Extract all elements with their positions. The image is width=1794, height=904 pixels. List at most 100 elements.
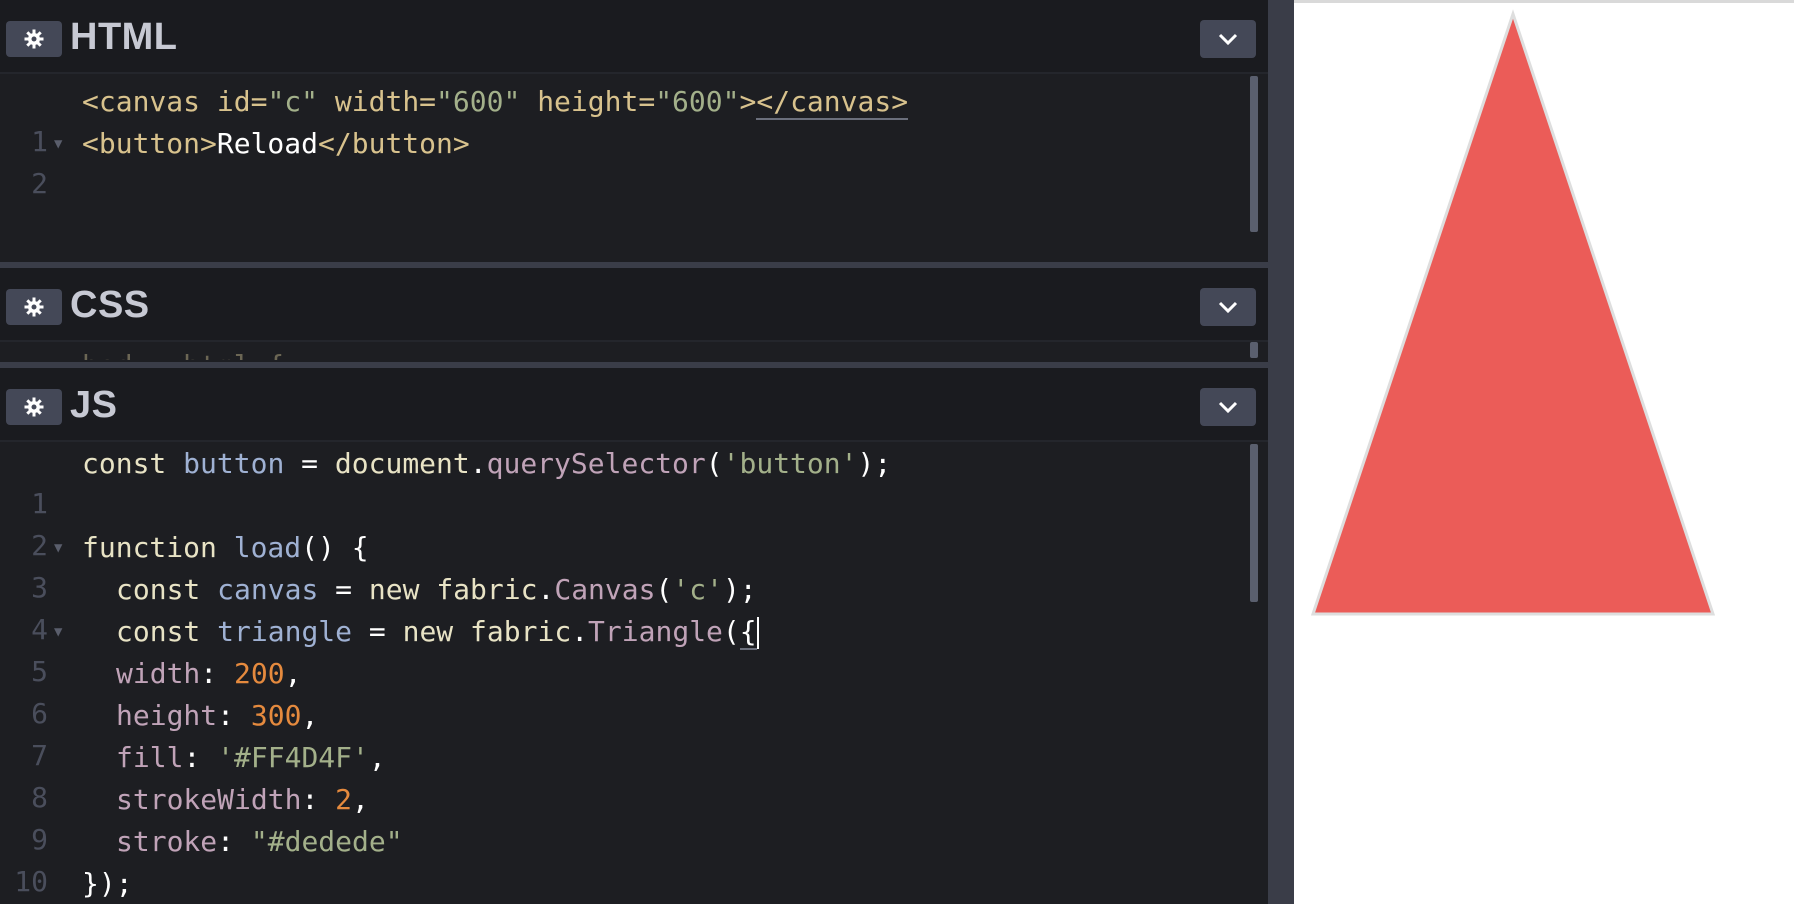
code-text: strokeWidth: 2, (116, 780, 369, 820)
code-token: load (216, 531, 302, 564)
code-line: 2 ▼ <button>Reload</button> (0, 124, 1250, 200)
code-token: . (537, 573, 555, 606)
code-text: const triangle = new fabric.Triangle({ (116, 612, 759, 652)
code-token: , (301, 699, 319, 732)
code-token: ( (705, 447, 723, 480)
gear-icon (24, 29, 44, 49)
js-code-editor[interactable]: 1 const button = document.querySelector(… (0, 442, 1268, 904)
code-token: "600" (436, 85, 521, 118)
code-token: ); (722, 573, 757, 606)
js-collapse-button[interactable] (1200, 388, 1256, 426)
css-collapse-button[interactable] (1200, 288, 1256, 326)
triangle-shape (1310, 9, 1716, 616)
code-token: 2 (335, 783, 353, 816)
code-token: "#dedede" (250, 825, 403, 858)
code-line: 3 ▼ function load() { (0, 528, 1250, 604)
code-text: function load() { (82, 528, 369, 568)
code-token: </button> (318, 127, 470, 160)
code-line: 6 width: 200, (0, 654, 1250, 730)
fold-arrow-icon[interactable]: ▼ (54, 528, 62, 568)
css-code-editor[interactable]: body, html { (0, 342, 1268, 360)
code-line: 2 (0, 486, 1250, 562)
code-token: </canvas> (756, 85, 909, 120)
html-scrollbar[interactable] (1250, 76, 1258, 232)
code-token: Reload (216, 127, 319, 160)
code-token: <button> (82, 127, 217, 160)
code-text: const canvas = new fabric.Canvas('c'); (116, 570, 757, 610)
code-token: }); (82, 867, 133, 900)
code-token: Canvas (554, 573, 656, 606)
code-line: 4 const canvas = new fabric.Canvas('c'); (0, 570, 1250, 646)
code-text: width: 200, (116, 654, 301, 694)
code-token: height (116, 699, 218, 732)
text-cursor (756, 617, 759, 649)
code-token: "600" (655, 85, 740, 118)
code-token: fill (116, 741, 184, 774)
code-token: ); (857, 447, 892, 480)
code-text: <canvas id="c" width="600" height="600">… (82, 82, 909, 122)
code-token: <canvas (82, 85, 201, 118)
code-token: () { (301, 531, 369, 564)
code-line: 5 ▼ const triangle = new fabric.Triangle… (0, 612, 1250, 688)
code-token: ( (655, 573, 673, 606)
code-text: stroke: "#dedede" (116, 822, 403, 862)
code-token: { (739, 615, 757, 650)
code-token: const (116, 573, 201, 606)
code-token: const (116, 615, 201, 648)
fold-arrow-icon[interactable]: ▼ (54, 124, 62, 164)
html-panel-header: HTML (0, 0, 1268, 74)
code-token: button (166, 447, 285, 480)
code-token: document (334, 447, 470, 480)
html-panel: HTML 1 <canvas id="c" width="600" height… (0, 0, 1268, 264)
code-line: 7 height: 300, (0, 696, 1250, 772)
code-token: = (284, 447, 335, 480)
js-scrollbar[interactable] (1250, 444, 1258, 602)
code-token: const (82, 447, 167, 480)
editor-column: HTML 1 <canvas id="c" width="600" height… (0, 0, 1268, 904)
preview-pane (1294, 0, 1794, 904)
code-token: > (739, 85, 757, 118)
fold-arrow-icon[interactable]: ▼ (54, 612, 62, 652)
code-token: "c" (267, 85, 319, 118)
code-token: . (571, 615, 589, 648)
code-token: width (116, 657, 201, 690)
code-token: width= (318, 85, 437, 118)
code-text: const button = document.querySelector('b… (82, 444, 891, 484)
code-text: height: 300, (116, 696, 318, 736)
code-token: : (183, 741, 218, 774)
code-token: = (352, 615, 403, 648)
code-token: strokeWidth (116, 783, 302, 816)
css-panel-header: CSS (0, 268, 1268, 342)
code-token: fabric (453, 615, 572, 648)
js-settings-button[interactable] (6, 389, 62, 425)
code-token: triangle (200, 615, 353, 648)
js-panel-header: JS (0, 368, 1268, 442)
code-token: : (301, 783, 336, 816)
code-token: function (82, 531, 217, 564)
code-text: <button>Reload</button> (82, 124, 470, 164)
css-scrollbar[interactable] (1250, 342, 1258, 358)
code-token: , (368, 741, 386, 774)
code-line: 11 }); (0, 864, 1250, 904)
html-code-editor[interactable]: 1 <canvas id="c" width="600" height="600… (0, 74, 1268, 264)
code-token: '#FF4D4F' (217, 741, 369, 774)
code-token: new (368, 573, 420, 606)
preview-canvas[interactable] (1294, 0, 1794, 904)
code-token: height= (520, 85, 656, 118)
css-panel-title: CSS (70, 284, 150, 326)
code-text: body, html { (82, 346, 284, 360)
code-token: : (200, 657, 235, 690)
gear-icon (24, 397, 44, 417)
css-settings-button[interactable] (6, 289, 62, 325)
html-settings-button[interactable] (6, 21, 62, 57)
code-token: querySelector (486, 447, 706, 480)
html-collapse-button[interactable] (1200, 20, 1256, 58)
code-token: new (402, 615, 454, 648)
code-line: 8 fill: '#FF4D4F', (0, 738, 1250, 814)
resize-gutter[interactable] (1268, 0, 1294, 904)
code-token: stroke (116, 825, 218, 858)
code-token: Triangle (588, 615, 723, 648)
code-token: : (217, 699, 251, 732)
code-token: ( (722, 615, 740, 648)
code-line: body, html { (0, 346, 1250, 360)
